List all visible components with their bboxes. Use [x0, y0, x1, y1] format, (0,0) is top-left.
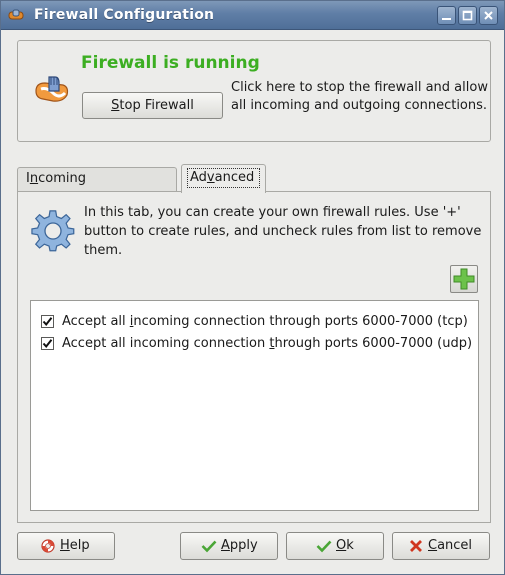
rule-label: Accept all incoming connection through p… [62, 314, 468, 329]
rule-label: Accept all incoming connection through p… [62, 336, 473, 351]
firewall-status-frame: Firewall is running Stop Firewall Click … [17, 40, 491, 142]
checkmark-icon [42, 339, 53, 349]
rule-checkbox[interactable] [41, 337, 54, 350]
tab-incoming-connections[interactable]: Incoming Connections [17, 167, 177, 208]
maximize-icon [462, 10, 473, 21]
title-bar[interactable]: Firewall Configuration [1, 1, 504, 30]
plus-icon [453, 268, 475, 290]
close-icon [484, 11, 493, 20]
checkmark-icon [42, 317, 53, 327]
firewall-status-title: Firewall is running [81, 53, 260, 73]
tab-advanced-label: Advanced [187, 168, 260, 188]
minimize-button[interactable] [437, 6, 456, 25]
maximize-button[interactable] [458, 6, 477, 25]
gear-icon [31, 210, 75, 252]
close-button[interactable] [479, 6, 498, 25]
rule-checkbox[interactable] [41, 315, 54, 328]
firewall-hand-icon [35, 76, 69, 102]
checkmark-icon [316, 540, 332, 553]
firewall-app-icon [8, 9, 24, 20]
stop-firewall-description: Click here to stop the firewall and allo… [231, 80, 488, 113]
tab-advanced[interactable]: Advanced [181, 164, 266, 193]
stop-firewall-button[interactable]: Stop Firewall [82, 92, 223, 119]
firewall-rules-list[interactable]: Accept all incoming connection through p… [30, 300, 479, 511]
apply-button[interactable]: Apply [180, 532, 278, 560]
help-lifebuoy-icon [41, 539, 55, 553]
add-rule-button[interactable] [450, 265, 478, 293]
firewall-configuration-window: Firewall Configuration Firewall is runni… [0, 0, 505, 575]
help-button[interactable]: Help [17, 532, 115, 560]
minimize-icon [442, 18, 451, 20]
cancel-button[interactable]: Cancel [392, 532, 490, 560]
window-title: Firewall Configuration [34, 7, 215, 23]
advanced-info-text: In this tab, you can create your own fir… [84, 205, 482, 258]
checkmark-icon [201, 540, 217, 553]
advanced-tab-panel: In this tab, you can create your own fir… [17, 191, 491, 523]
ok-button[interactable]: Ok [286, 532, 384, 560]
cancel-x-icon [410, 540, 422, 552]
